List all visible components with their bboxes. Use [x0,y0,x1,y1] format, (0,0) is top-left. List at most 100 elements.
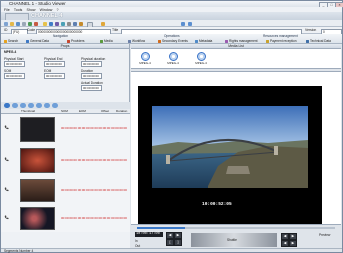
segment-tab-5[interactable] [36,103,42,108]
general-data-icon [26,39,29,43]
export-icon[interactable] [61,21,65,26]
back-icon[interactable] [181,21,185,26]
shuttle-control[interactable]: Shuttle [191,233,277,247]
refresh-icon[interactable] [28,21,32,26]
current-timecode: 10:00:17:00 [135,232,163,237]
mark-out-button[interactable]: ] [174,239,182,246]
segment-thumbnail [20,179,55,202]
media-button[interactable]: Media [100,39,113,43]
step-forward-button[interactable]: ▶ [289,233,297,240]
providers-button[interactable]: Providers [67,39,84,43]
shuttle-label: Shuttle [227,238,237,242]
ribbon-group-resources: Resources management [263,34,298,38]
physical-end-field[interactable]: 00:00:00:00 [44,61,65,67]
go-start-button[interactable]: ◀ [281,240,289,247]
folder-icon[interactable] [43,21,47,26]
viewer-timecode: 10:00:52:05 [202,202,232,207]
segment-tab-6[interactable] [44,103,50,108]
technical-data-button[interactable]: Technical Data [306,39,331,43]
physical-duration-field[interactable]: 00:00:00:00 [81,61,102,67]
print-icon[interactable] [22,21,26,26]
mark-in-button[interactable]: [ [166,239,174,246]
phone-icon [4,157,9,162]
channel-banner: CHANNEL 4 [1,12,342,21]
status-bar: Segments Number 4 [1,248,342,253]
general-data-button[interactable]: General Data [26,39,49,43]
id-label: ID [4,28,8,32]
segment-row[interactable]: 00:00:00:00 00:00:00:00 00:00:00:00 00:0… [1,176,130,205]
play-button[interactable]: ▶ [174,232,182,239]
ribbon-group-navigation: Navigation [53,34,69,38]
secondary-events-icon [158,39,161,43]
segment-row[interactable]: 00:00:00:00 00:00:00:00 00:00:00:00 00:0… [1,114,130,145]
video-viewer: 10:00:52:05 [138,86,322,224]
media-list-header: Media List [131,44,341,49]
search-button[interactable]: Search [4,39,18,43]
ribbon-group-operations: Operations [164,34,180,38]
segment-tab-4[interactable] [28,103,34,108]
phone-icon [4,215,9,220]
metadata-icon [195,39,198,43]
media-item[interactable]: MPEG-4 [138,52,152,65]
duration-field[interactable]: 00:00:00:00 [81,73,102,79]
rewind-button[interactable]: ◀ [166,232,174,239]
title-label: Title [112,28,119,32]
technical-data-icon [306,39,309,43]
tag-icon[interactable] [79,21,83,26]
rights-icon [225,39,228,43]
check-icon[interactable] [49,21,53,26]
list-icon[interactable] [73,21,77,26]
segment-row[interactable]: 00:00:00:00 00:00:00:00 00:00:00:00 00:0… [1,204,130,233]
workflow-button[interactable]: Workflow [128,39,145,43]
new-icon[interactable] [4,21,8,26]
segment-tab-3[interactable] [20,103,26,108]
timeline-progress [137,227,185,229]
segment-timecodes: 00:00:00:00 00:00:00:00 00:00:00:00 00:0… [61,158,127,162]
record-header: ID (FU) Code 0000000000000000000000000 T… [1,27,342,35]
segments-empty-area [1,232,130,248]
timeline-track[interactable] [137,227,335,229]
physical-start-field[interactable]: 00:00:00:00 [4,61,25,67]
delete-icon[interactable] [34,21,38,26]
in-label: In [135,239,138,243]
segment-timecodes: 00:00:00:00 00:00:00:00 00:00:00:00 00:0… [61,126,127,130]
forward-icon[interactable] [188,21,192,26]
segment-row[interactable]: 00:00:00:00 00:00:00:00 00:00:00:00 00:0… [1,144,130,177]
actual-duration-field[interactable]: 00:00:00:00 [81,85,102,91]
payment-reception-button[interactable]: Payment reception [266,39,297,43]
link-icon[interactable] [55,21,59,26]
payment-icon [266,39,269,43]
phone-icon [4,125,9,130]
phone-icon [4,187,9,192]
save-icon[interactable] [16,21,20,26]
star-icon[interactable] [101,21,105,26]
secondary-events-button[interactable]: Secondary Events [158,39,188,43]
workflow-icon [128,39,131,43]
segment-toolbar [1,102,130,109]
media-icon [100,39,103,43]
som-field[interactable]: 00:00:00:00 [4,73,25,79]
segment-timecodes: 00:00:00:00 00:00:00:00 00:00:00:00 00:0… [61,188,127,192]
media-format: MPEG-4 [4,50,17,54]
media-item[interactable]: MPEG-4 [166,52,180,65]
step-back-button[interactable]: ◀ [281,233,289,240]
code-label: Code [27,28,36,32]
go-end-button[interactable]: ▶ [289,240,297,247]
eom-field[interactable]: 00:00:00:00 [44,73,65,79]
segment-thumbnail [20,148,55,173]
segment-tab-7[interactable] [52,103,58,108]
version-label: Version [305,28,317,32]
metadata-button[interactable]: Metadata [195,39,212,43]
rights-management-button[interactable]: Rights management [225,39,258,43]
open-icon[interactable] [10,21,14,26]
props-header: Props [1,44,129,49]
disc-icon [140,52,150,61]
segment-tab-2[interactable] [12,103,18,108]
filter-icon[interactable] [67,21,71,26]
toolbar [1,20,342,28]
providers-icon [67,39,70,43]
media-item[interactable]: MPEG-4 [194,52,208,65]
preview-label: Preview [319,233,331,237]
ribbon: Navigation Operations Resources manageme… [1,34,342,44]
segment-tab-1[interactable] [4,103,10,108]
